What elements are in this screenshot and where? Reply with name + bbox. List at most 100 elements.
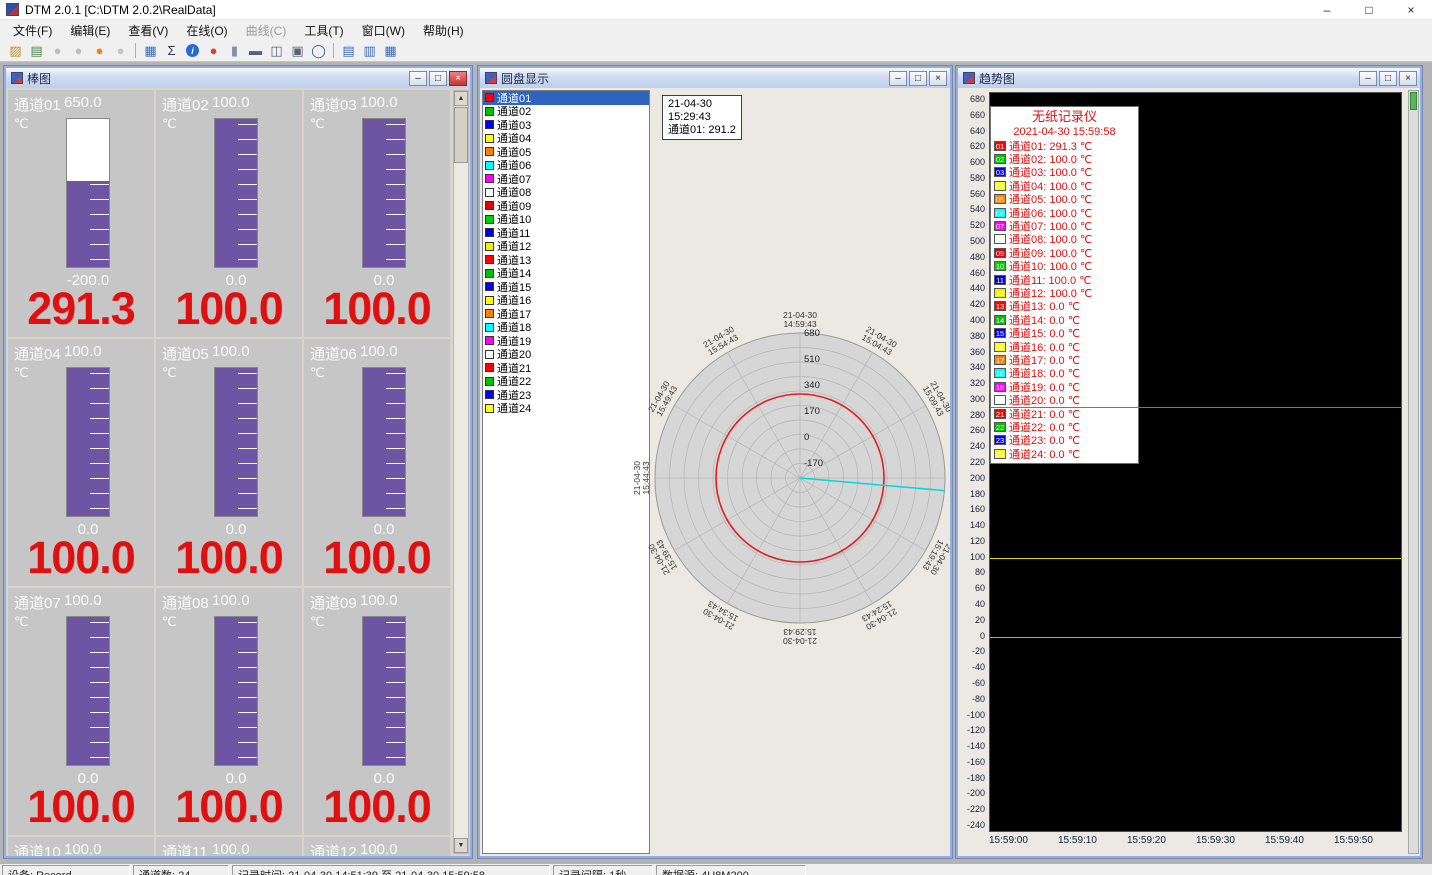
channel-list-item[interactable]: 通道24 xyxy=(483,402,649,416)
y-axis-tick-label: 620 xyxy=(970,141,985,151)
minimize-button[interactable]: – xyxy=(1306,0,1348,19)
open-icon[interactable]: ▨ xyxy=(5,41,26,60)
polar-chart: 6805103401700-17021-04-3014:59:4321-04-3… xyxy=(630,308,950,668)
trend-window-titlebar[interactable]: 趋势图 – □ × xyxy=(958,68,1420,88)
cascade-windows-icon[interactable]: ▤ xyxy=(338,41,359,60)
legend-channel-number: 02 xyxy=(994,154,1006,164)
y-axis-tick-label: 520 xyxy=(970,220,985,230)
scroll-thumb[interactable] xyxy=(454,107,468,163)
y-axis-tick-label: -40 xyxy=(972,662,985,672)
legend-channel-number: 01 xyxy=(994,141,1006,151)
y-axis-tick-label: 160 xyxy=(970,504,985,514)
close-button[interactable]: × xyxy=(1390,0,1432,19)
legend-title: 无纸记录仪 xyxy=(991,109,1138,125)
trend-line xyxy=(990,407,1401,408)
disc-window-icon xyxy=(485,72,497,84)
pause-icon[interactable]: ● xyxy=(110,41,131,60)
back-icon[interactable]: ● xyxy=(47,41,68,60)
y-axis-tick-label: 320 xyxy=(970,378,985,388)
data-table-icon[interactable]: ▦ xyxy=(140,41,161,60)
svg-text:21-04-3014:59:43: 21-04-3014:59:43 xyxy=(783,310,817,329)
trend-x-axis: 15:59:0015:59:1015:59:2015:59:3015:59:40… xyxy=(989,835,1402,849)
print-preview-icon[interactable]: ◫ xyxy=(266,41,287,60)
bar-window-close-button[interactable]: × xyxy=(449,71,467,86)
channel-color-swatch xyxy=(485,336,494,345)
channel-color-swatch xyxy=(485,377,494,386)
print-icon[interactable]: ▬ xyxy=(245,41,266,60)
channel-color-swatch xyxy=(485,215,494,224)
menu-window[interactable]: 窗口(W) xyxy=(353,20,414,41)
statistics-icon[interactable]: Σ xyxy=(161,41,182,60)
menu-view[interactable]: 查看(V) xyxy=(119,20,177,41)
channel-color-swatch xyxy=(485,242,494,251)
pause-icon-glyph: ● xyxy=(117,43,125,58)
legend-channel-number: 23 xyxy=(994,435,1006,445)
info-icon[interactable]: i xyxy=(182,41,203,60)
legend-channel-number: 14 xyxy=(994,315,1006,325)
legend-channel-number: 18 xyxy=(994,368,1006,378)
y-axis-tick-label: 380 xyxy=(970,331,985,341)
svg-text:-170: -170 xyxy=(804,458,823,469)
trend-window-close-button[interactable]: × xyxy=(1399,71,1417,86)
menu-edit[interactable]: 编辑(E) xyxy=(61,20,119,41)
legend-channel-number: 20 xyxy=(994,395,1006,405)
menu-tools[interactable]: 工具(T) xyxy=(295,20,352,41)
value-tooltip: 21-04-30 15:29:43 通道01: 291.2 xyxy=(662,95,742,140)
maximize-button[interactable]: □ xyxy=(1348,0,1390,19)
bar-cell-unit: ℃ xyxy=(310,365,325,381)
tile-vertical-icon[interactable]: ▦ xyxy=(380,41,401,60)
copy-icon[interactable]: ▣ xyxy=(287,41,308,60)
channel-color-swatch xyxy=(485,282,494,291)
legend-channel-number: 13 xyxy=(994,301,1006,311)
tile-horizontal-icon[interactable]: ▥ xyxy=(359,41,380,60)
x-axis-tick-label: 15:59:30 xyxy=(1196,835,1235,846)
forward-icon[interactable]: ● xyxy=(68,41,89,60)
x-axis-tick-label: 15:59:20 xyxy=(1127,835,1166,846)
menu-online[interactable]: 在线(O) xyxy=(177,20,236,41)
bar-cell-current-value: 100.0 xyxy=(8,781,154,833)
trend-window-minimize-button[interactable]: – xyxy=(1359,71,1377,86)
bar-cell-max-value: 100.0 xyxy=(212,343,250,360)
bar-window-scrollbar[interactable]: ▲ ▼ xyxy=(453,90,469,854)
trend-chart-window: 趋势图 – □ × 680660640620600580560540520500… xyxy=(956,66,1422,858)
bar-window-titlebar[interactable]: 棒图 – □ × xyxy=(6,68,470,88)
trend-scroll-thumb[interactable] xyxy=(1410,92,1417,110)
bar-cell-channel-name: 通道05 xyxy=(162,343,209,364)
bar-cell: 通道10100.0℃0.0100.0 xyxy=(8,837,154,856)
legend-channel-number: 05 xyxy=(994,194,1006,204)
svg-text:680: 680 xyxy=(804,328,820,339)
menu-file[interactable]: 文件(F) xyxy=(4,20,61,41)
disc-window-close-button[interactable]: × xyxy=(929,71,947,86)
save-icon[interactable]: ▮ xyxy=(224,41,245,60)
alarm-icon[interactable]: ● xyxy=(203,41,224,60)
trend-scrollbar[interactable] xyxy=(1408,90,1419,854)
y-axis-tick-label: 0 xyxy=(980,631,985,641)
channel-color-swatch xyxy=(485,390,494,399)
scroll-down-arrow-icon[interactable]: ▼ xyxy=(454,838,468,853)
scroll-up-arrow-icon[interactable]: ▲ xyxy=(454,91,468,106)
bar-window-maximize-button[interactable]: □ xyxy=(429,71,447,86)
bar-cell-current-value: 100.0 xyxy=(304,532,450,584)
bar-cell: 通道08100.0℃0.0100.0 xyxy=(156,588,302,835)
bar-cell-max-value: 100.0 xyxy=(212,94,250,111)
y-axis-tick-label: 260 xyxy=(970,425,985,435)
y-axis-tick-label: -140 xyxy=(967,741,985,751)
y-axis-tick-label: 220 xyxy=(970,457,985,467)
disc-window-maximize-button[interactable]: □ xyxy=(909,71,927,86)
copy-icon-glyph: ▣ xyxy=(291,43,303,59)
data-table-icon-glyph: ▦ xyxy=(144,43,156,59)
zoom-icon[interactable]: ◯ xyxy=(308,41,329,60)
bar-cell-channel-name: 通道07 xyxy=(14,592,61,613)
disc-window-titlebar[interactable]: 圆盘显示 – □ × xyxy=(480,68,950,88)
export-icon[interactable]: ▤ xyxy=(26,41,47,60)
menu-help[interactable]: 帮助(H) xyxy=(414,20,473,41)
bar-cell-unit: ℃ xyxy=(14,614,29,630)
y-axis-tick-label: 680 xyxy=(970,94,985,104)
channel-color-swatch xyxy=(485,255,494,264)
bar-window-minimize-button[interactable]: – xyxy=(409,71,427,86)
record-icon[interactable]: ● xyxy=(89,41,110,60)
bar-gauge-track xyxy=(66,118,110,268)
disc-window-minimize-button[interactable]: – xyxy=(889,71,907,86)
trend-window-maximize-button[interactable]: □ xyxy=(1379,71,1397,86)
bar-cell-current-value: 100.0 xyxy=(156,532,302,584)
